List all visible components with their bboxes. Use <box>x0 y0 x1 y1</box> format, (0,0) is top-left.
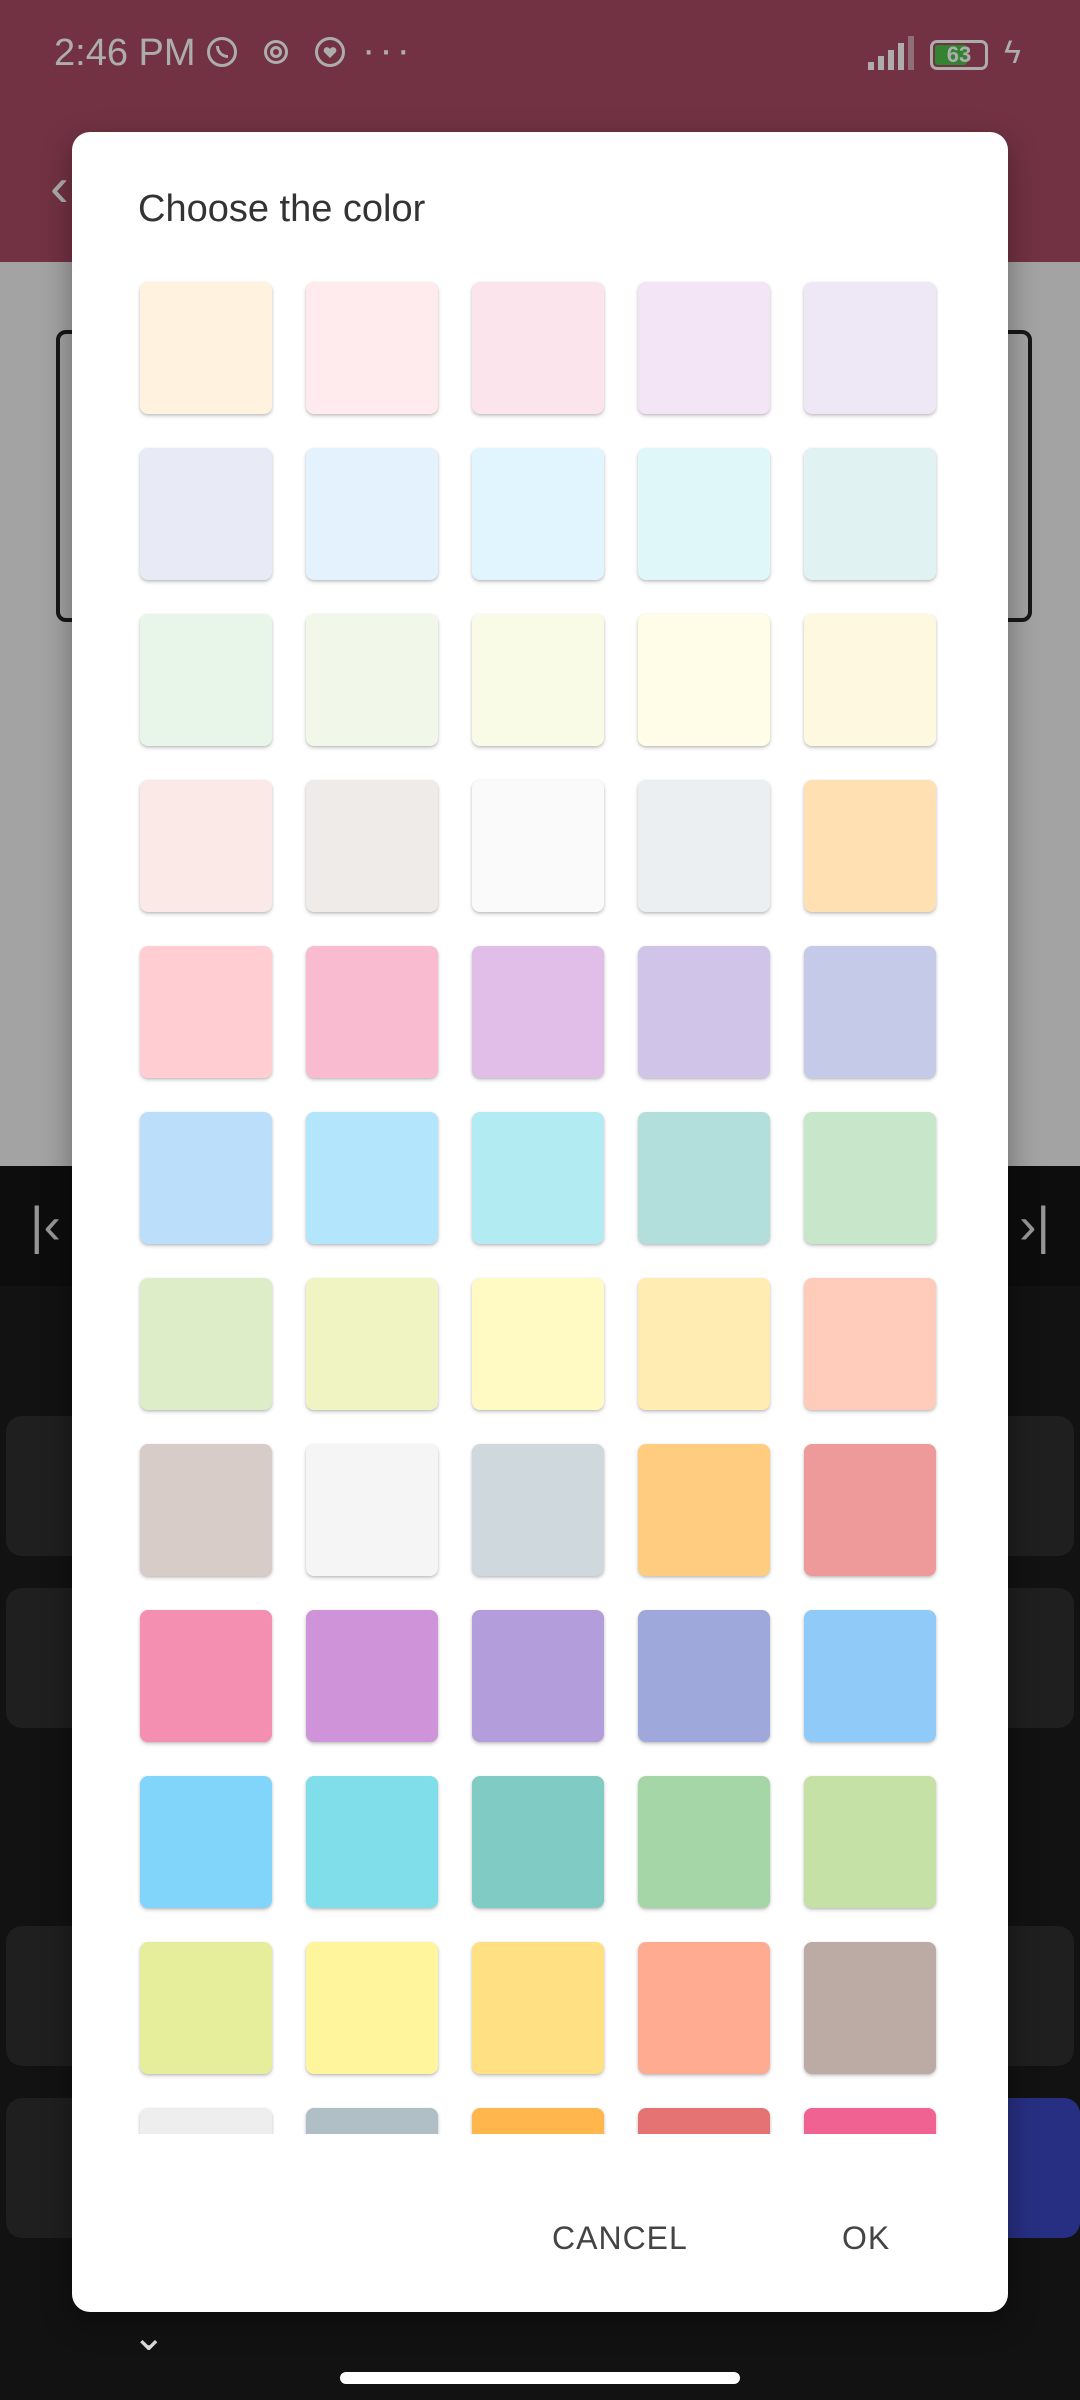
color-grid-scroll[interactable] <box>72 274 1008 2134</box>
color-swatch[interactable] <box>638 1776 770 1908</box>
color-swatch[interactable] <box>804 1942 936 2074</box>
color-swatch[interactable] <box>804 448 936 580</box>
color-swatch[interactable] <box>140 1278 272 1410</box>
color-swatch[interactable] <box>140 448 272 580</box>
color-swatch[interactable] <box>804 780 936 912</box>
color-swatch[interactable] <box>140 780 272 912</box>
color-swatch[interactable] <box>472 2108 604 2134</box>
color-swatch[interactable] <box>638 448 770 580</box>
color-swatch[interactable] <box>472 780 604 912</box>
color-swatch[interactable] <box>638 1444 770 1576</box>
color-swatch[interactable] <box>306 1278 438 1410</box>
color-swatch[interactable] <box>804 1278 936 1410</box>
color-swatch[interactable] <box>638 614 770 746</box>
color-swatch[interactable] <box>804 614 936 746</box>
color-swatch[interactable] <box>306 946 438 1078</box>
color-swatch[interactable] <box>472 1444 604 1576</box>
color-swatch[interactable] <box>638 780 770 912</box>
color-swatch[interactable] <box>638 1112 770 1244</box>
cancel-button[interactable]: CANCEL <box>552 2220 688 2257</box>
color-swatch[interactable] <box>140 1942 272 2074</box>
color-swatch[interactable] <box>140 614 272 746</box>
color-swatch[interactable] <box>306 1444 438 1576</box>
color-swatch[interactable] <box>804 2108 936 2134</box>
color-swatch[interactable] <box>804 1444 936 1576</box>
color-swatch[interactable] <box>140 1776 272 1908</box>
color-swatch[interactable] <box>804 1112 936 1244</box>
color-swatch[interactable] <box>140 282 272 414</box>
color-swatch[interactable] <box>140 2108 272 2134</box>
color-swatch[interactable] <box>140 946 272 1078</box>
color-swatch[interactable] <box>638 282 770 414</box>
color-swatch[interactable] <box>140 1444 272 1576</box>
color-swatch[interactable] <box>306 1942 438 2074</box>
color-swatch[interactable] <box>306 282 438 414</box>
color-swatch[interactable] <box>472 1112 604 1244</box>
color-swatch[interactable] <box>472 282 604 414</box>
color-swatch[interactable] <box>472 1776 604 1908</box>
ok-button[interactable]: OK <box>842 2220 890 2257</box>
color-swatch[interactable] <box>804 282 936 414</box>
dialog-actions: CANCEL OK <box>72 2172 1008 2312</box>
color-swatch[interactable] <box>306 614 438 746</box>
color-swatch[interactable] <box>306 1610 438 1742</box>
color-swatch[interactable] <box>638 1278 770 1410</box>
color-swatch[interactable] <box>306 780 438 912</box>
color-swatch[interactable] <box>638 946 770 1078</box>
color-grid <box>140 282 936 2134</box>
color-swatch[interactable] <box>306 1112 438 1244</box>
color-swatch[interactable] <box>638 1942 770 2074</box>
color-swatch[interactable] <box>804 946 936 1078</box>
color-swatch[interactable] <box>804 1776 936 1908</box>
color-swatch[interactable] <box>804 1610 936 1742</box>
color-swatch[interactable] <box>472 614 604 746</box>
color-swatch[interactable] <box>140 1610 272 1742</box>
dialog-title: Choose the color <box>138 188 426 230</box>
color-swatch[interactable] <box>306 2108 438 2134</box>
color-swatch[interactable] <box>472 1278 604 1410</box>
home-indicator[interactable] <box>340 2372 740 2384</box>
hide-keyboard-icon: ⌄ <box>132 2315 166 2359</box>
color-swatch[interactable] <box>306 448 438 580</box>
color-swatch[interactable] <box>472 448 604 580</box>
color-swatch[interactable] <box>638 2108 770 2134</box>
color-picker-dialog: Choose the color CANCEL OK <box>72 132 1008 2312</box>
color-swatch[interactable] <box>140 1112 272 1244</box>
color-swatch[interactable] <box>472 1610 604 1742</box>
color-swatch[interactable] <box>472 1942 604 2074</box>
color-swatch[interactable] <box>306 1776 438 1908</box>
color-swatch[interactable] <box>472 946 604 1078</box>
color-swatch[interactable] <box>638 1610 770 1742</box>
